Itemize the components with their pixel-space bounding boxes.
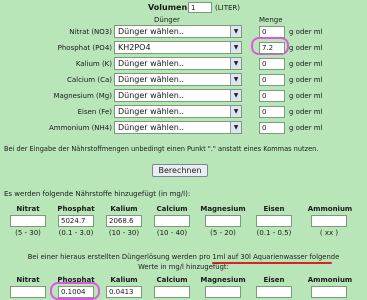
chevron-down-icon[interactable]: ▼ — [230, 90, 241, 101]
chevron-down-icon[interactable]: ▼ — [230, 58, 241, 69]
select-value: Dünger wählen.. — [118, 59, 184, 68]
menge-input-phosphat[interactable]: 7.2 — [259, 42, 285, 54]
result-eisen[interactable] — [256, 215, 292, 227]
volumen-input[interactable]: 1 — [188, 2, 212, 13]
header-eisen: Eisen — [263, 205, 285, 213]
menge-header: Menge — [259, 16, 283, 24]
header-kalium: Kalium — [110, 276, 138, 284]
row-label: Nitrat (NO3) — [69, 28, 112, 36]
duenger-select-nitrat[interactable]: Dünger wählen.. ▼ — [114, 25, 242, 38]
result-kalium[interactable]: 2068.6 — [106, 215, 142, 227]
range-magnesium: (5 - 20) — [210, 229, 236, 237]
range-nitrat: (5 - 30) — [15, 229, 41, 237]
unit-label: g oder ml — [289, 28, 323, 36]
header-nitrat: Nitrat — [16, 205, 40, 213]
range-eisen: (0.1 - 0.5) — [256, 229, 292, 237]
select-value: Dünger wählen.. — [118, 27, 184, 36]
row-label: Calcium (Ca) — [66, 76, 112, 84]
range-kalium: (10 - 30) — [108, 229, 140, 237]
chevron-down-icon[interactable]: ▼ — [230, 42, 241, 53]
unit-label: g oder ml — [289, 124, 323, 132]
dose-ammonium[interactable] — [311, 286, 347, 298]
select-value: Dünger wählen.. — [118, 91, 184, 100]
menge-input-calcium[interactable]: 0 — [259, 74, 285, 86]
result-ammonium[interactable] — [311, 215, 347, 227]
duenger-select-calcium[interactable]: Dünger wählen.. ▼ — [114, 73, 242, 86]
unit-label: g oder ml — [289, 44, 323, 52]
range-phosphat: (0.1 - 3.0) — [58, 229, 94, 237]
range-ammonium: ( xx ) — [319, 229, 339, 237]
select-value: KH2PO4 — [118, 43, 151, 52]
header-ammonium: Ammonium — [307, 205, 353, 213]
section1-intro: Es werden folgende Nährstoffe hinzugefüg… — [4, 190, 191, 198]
chevron-down-icon[interactable]: ▼ — [230, 106, 241, 117]
result-magnesium[interactable] — [205, 215, 241, 227]
header-phosphat: Phosphat — [57, 205, 95, 213]
berechnen-button[interactable]: Berechnen — [152, 164, 208, 177]
row-label: Kalium (K) — [75, 60, 112, 68]
chevron-down-icon[interactable]: ▼ — [230, 74, 241, 85]
select-value: Dünger wählen.. — [118, 107, 184, 116]
header-magnesium: Magnesium — [200, 276, 246, 284]
duenger-select-magnesium[interactable]: Dünger wählen.. ▼ — [114, 89, 242, 102]
select-value: Dünger wählen.. — [118, 123, 184, 132]
duenger-select-phosphat[interactable]: KH2PO4 ▼ — [114, 41, 242, 54]
header-calcium: Calcium — [156, 205, 188, 213]
header-calcium: Calcium — [156, 276, 188, 284]
dose-nitrat[interactable] — [10, 286, 46, 298]
dose-eisen[interactable] — [256, 286, 292, 298]
select-value: Dünger wählen.. — [118, 75, 184, 84]
volumen-label: Volumen: — [148, 3, 191, 12]
header-eisen: Eisen — [263, 276, 285, 284]
menge-input-eisen[interactable]: 0 — [259, 106, 285, 118]
dose-kalium[interactable]: 0.0413 — [106, 286, 142, 298]
menge-input-ammonium[interactable]: 0 — [259, 122, 285, 134]
section2-intro-line1: Bei einer hieraus erstellten Düngerlösun… — [27, 253, 340, 261]
unit-label: g oder ml — [289, 92, 323, 100]
chevron-down-icon[interactable]: ▼ — [230, 122, 241, 133]
dose-magnesium[interactable] — [205, 286, 241, 298]
duenger-select-eisen[interactable]: Dünger wählen.. ▼ — [114, 105, 242, 118]
unit-label: g oder ml — [289, 76, 323, 84]
row-label: Eisen (Fe) — [77, 108, 112, 116]
header-nitrat: Nitrat — [16, 276, 40, 284]
dose-calcium[interactable] — [154, 286, 190, 298]
row-label: Phosphat (PO4) — [57, 44, 112, 52]
volumen-unit: (LITER) — [215, 4, 240, 12]
menge-input-magnesium[interactable]: 0 — [259, 90, 285, 102]
result-nitrat[interactable] — [10, 215, 46, 227]
header-ammonium: Ammonium — [307, 276, 353, 284]
row-label: Magnesium (Mg) — [53, 92, 112, 100]
header-magnesium: Magnesium — [200, 205, 246, 213]
duenger-select-kalium[interactable]: Dünger wählen.. ▼ — [114, 57, 242, 70]
result-phosphat[interactable]: 5024.7 — [58, 215, 94, 227]
result-calcium[interactable] — [154, 215, 190, 227]
section2-intro-line2: Werte in mg/l hinzugefügt: — [138, 263, 229, 271]
menge-input-kalium[interactable]: 0 — [259, 58, 285, 70]
unit-label: g oder ml — [289, 60, 323, 68]
chevron-down-icon[interactable]: ▼ — [230, 26, 241, 37]
decimal-note: Bei der Eingabe der Nährstoffmengen unbe… — [4, 145, 319, 153]
duenger-header: Dünger — [154, 16, 180, 24]
range-calcium: (10 - 40) — [156, 229, 188, 237]
row-label: Ammonium (NH4) — [49, 124, 112, 132]
unit-label: g oder ml — [289, 108, 323, 116]
dose-phosphat[interactable]: 0.1004 — [58, 286, 94, 298]
duenger-select-ammonium[interactable]: Dünger wählen.. ▼ — [114, 121, 242, 134]
header-kalium: Kalium — [110, 205, 138, 213]
